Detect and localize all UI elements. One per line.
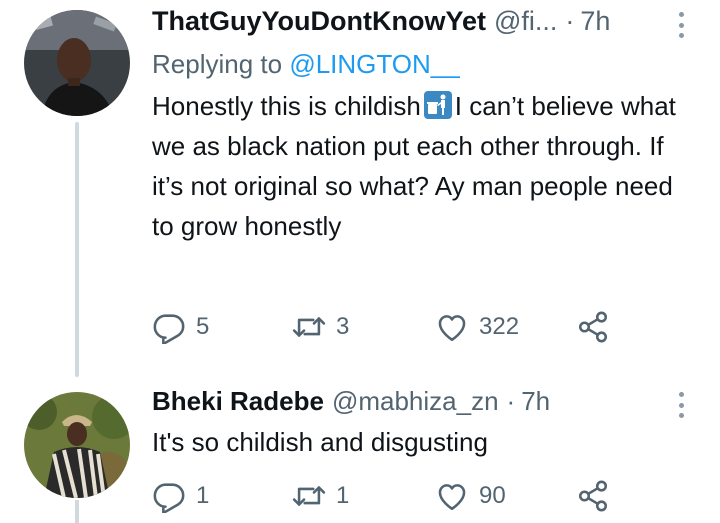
- avatar[interactable]: [24, 10, 130, 116]
- avatar-photo: [24, 392, 130, 498]
- share-button[interactable]: [576, 310, 610, 344]
- tweet-text: It's so childish and disgusting: [152, 427, 488, 457]
- share-icon: [578, 311, 608, 343]
- put-litter-in-its-place-icon: [423, 91, 452, 119]
- like-count: 90: [479, 482, 506, 509]
- retweet-count: 3: [336, 313, 350, 340]
- more-icon[interactable]: [676, 392, 686, 418]
- reply-button[interactable]: 1: [152, 479, 209, 513]
- reply-icon: [153, 483, 185, 513]
- tweet-content: Bheki Radebe @mabhiza_zn · 7h It's so ch…: [152, 386, 700, 462]
- tweet-text-part: Honestly this is childish: [152, 91, 421, 121]
- replying-to: Replying to @LINGTON__: [152, 48, 700, 80]
- more-icon[interactable]: [676, 12, 686, 38]
- reply-count: 1: [196, 482, 210, 509]
- like-button[interactable]: 90: [435, 479, 506, 513]
- share-button[interactable]: [576, 479, 610, 513]
- reply-icon: [153, 314, 185, 344]
- share-icon: [578, 480, 608, 512]
- display-name[interactable]: ThatGuyYouDontKnowYet: [152, 6, 486, 37]
- separator: ·: [565, 6, 575, 36]
- thread-line: [75, 122, 79, 377]
- thread-line: [75, 500, 79, 523]
- timestamp[interactable]: 7h: [521, 386, 550, 417]
- timestamp[interactable]: 7h: [580, 6, 610, 37]
- retweet-count: 1: [336, 482, 350, 509]
- user-handle[interactable]: @mabhiza_zn: [332, 386, 499, 417]
- like-button[interactable]: 322: [435, 310, 519, 344]
- avatar-photo: [24, 10, 130, 116]
- tweet-text: Honestly this is childish I can’t believ…: [152, 86, 700, 246]
- like-icon: [438, 315, 466, 342]
- like-icon: [438, 484, 466, 511]
- tweet[interactable]: ThatGuyYouDontKnowYet @fi... · 7h Replyi…: [0, 0, 720, 377]
- mention-link[interactable]: @LINGTON__: [289, 49, 459, 79]
- avatar[interactable]: [24, 392, 130, 498]
- tweet-content: ThatGuyYouDontKnowYet @fi... · 7h Replyi…: [152, 6, 700, 246]
- user-handle[interactable]: @fi...: [494, 6, 557, 37]
- reply-count: 5: [196, 313, 210, 340]
- like-count: 322: [479, 313, 520, 340]
- retweet-icon: [292, 486, 326, 506]
- tweet-header: Bheki Radebe @mabhiza_zn · 7h: [152, 386, 700, 420]
- display-name[interactable]: Bheki Radebe: [152, 386, 324, 417]
- reply-button[interactable]: 5: [152, 310, 209, 344]
- separator: ·: [506, 386, 516, 416]
- retweet-button[interactable]: 1: [292, 479, 349, 513]
- retweet-button[interactable]: 3: [292, 310, 349, 344]
- tweet[interactable]: Bheki Radebe @mabhiza_zn · 7h It's so ch…: [0, 372, 720, 523]
- replying-prefix: Replying to: [152, 49, 283, 79]
- retweet-icon: [292, 317, 326, 337]
- tweet-header: ThatGuyYouDontKnowYet @fi... · 7h: [152, 6, 700, 40]
